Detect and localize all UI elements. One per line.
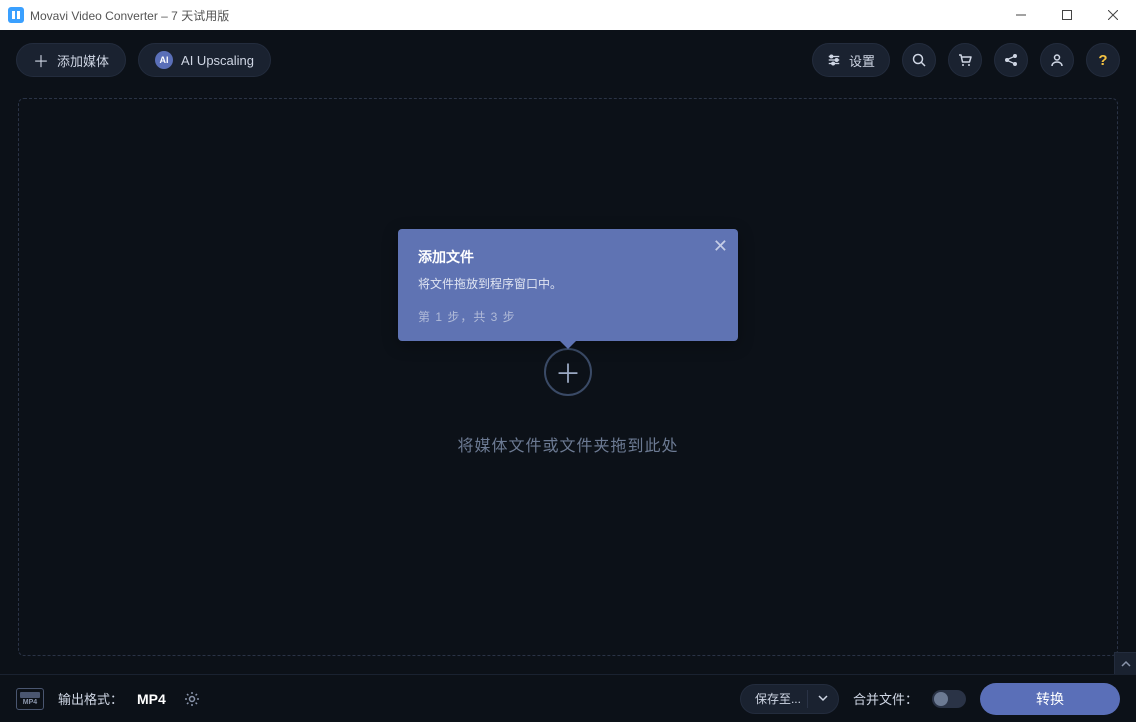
cart-icon (957, 52, 973, 68)
search-button[interactable] (902, 43, 936, 77)
titlebar: Movavi Video Converter – 7 天试用版 (0, 0, 1136, 30)
dropzone[interactable]: ✕ 添加文件 将文件拖放到程序窗口中。 第 1 步，共 3 步 ＋ 将媒体文件或… (18, 98, 1118, 656)
onboarding-tooltip: ✕ 添加文件 将文件拖放到程序窗口中。 第 1 步，共 3 步 (398, 229, 738, 341)
tooltip-title: 添加文件 (418, 247, 718, 267)
help-icon: ? (1098, 52, 1107, 69)
ai-upscaling-button[interactable]: AI AI Upscaling (138, 43, 271, 77)
sliders-icon (827, 53, 841, 67)
dropzone-text: 将媒体文件或文件夹拖到此处 (457, 432, 678, 456)
convert-label: 转换 (1036, 689, 1064, 709)
user-icon (1049, 52, 1065, 68)
share-icon (1003, 52, 1019, 68)
window-minimize-button[interactable] (998, 0, 1044, 30)
add-media-button[interactable]: ＋ 添加媒体 (16, 43, 126, 77)
help-button[interactable]: ? (1086, 43, 1120, 77)
output-format-label: 输出格式： (58, 689, 123, 708)
bottombar: MP4 输出格式： MP4 保存至... 合并文件： 转换 (0, 674, 1136, 722)
plus-icon: ＋ (555, 354, 581, 391)
window-maximize-button[interactable] (1044, 0, 1090, 30)
save-to-button[interactable]: 保存至... (740, 684, 839, 714)
tooltip-close-button[interactable]: ✕ (713, 237, 728, 255)
merge-files-toggle[interactable] (932, 690, 966, 708)
window-close-button[interactable] (1090, 0, 1136, 30)
save-to-label: 保存至... (755, 690, 801, 707)
share-button[interactable] (994, 43, 1028, 77)
merge-files-label: 合并文件： (853, 689, 918, 708)
add-media-label: 添加媒体 (57, 51, 109, 70)
account-button[interactable] (1040, 43, 1074, 77)
toggle-knob (934, 692, 948, 706)
ai-upscaling-label: AI Upscaling (181, 53, 254, 68)
output-format-value[interactable]: MP4 (137, 691, 166, 707)
ai-icon: AI (155, 51, 173, 69)
app-icon (8, 7, 24, 23)
tooltip-body: 将文件拖放到程序窗口中。 (418, 275, 718, 292)
plus-icon: ＋ (33, 48, 49, 72)
chevron-down-icon (814, 692, 832, 706)
format-badge-icon: MP4 (16, 688, 44, 710)
output-format-settings-button[interactable] (180, 687, 204, 711)
tooltip-step: 第 1 步，共 3 步 (418, 308, 718, 325)
settings-button[interactable]: 设置 (812, 43, 890, 77)
chevron-up-icon (1121, 659, 1131, 669)
search-icon (911, 52, 927, 68)
add-file-circle-button[interactable]: ＋ (544, 348, 592, 396)
window-title: Movavi Video Converter – 7 天试用版 (30, 7, 998, 24)
cart-button[interactable] (948, 43, 982, 77)
convert-button[interactable]: 转换 (980, 683, 1120, 715)
settings-label: 设置 (849, 51, 875, 70)
panel-collapse-button[interactable] (1114, 652, 1136, 674)
toolbar: ＋ 添加媒体 AI AI Upscaling 设置 ? (0, 30, 1136, 80)
gear-icon (183, 690, 201, 708)
